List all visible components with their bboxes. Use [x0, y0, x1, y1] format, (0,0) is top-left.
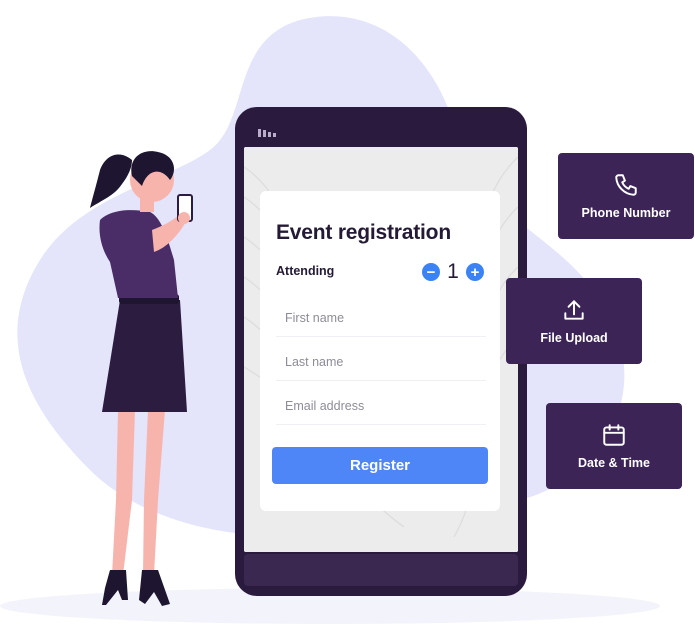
- phone-mockup: Event registration Attending − 1 + First…: [235, 107, 527, 596]
- phone-screen: Event registration Attending − 1 + First…: [244, 147, 518, 552]
- phone-icon: [615, 174, 637, 196]
- back-shoe: [102, 570, 128, 605]
- register-button[interactable]: Register: [272, 447, 488, 484]
- ponytail: [90, 154, 132, 208]
- attending-label: Attending: [276, 264, 335, 278]
- attendee-stepper: − 1 +: [422, 260, 484, 284]
- phone-notch: [319, 107, 439, 129]
- hand: [178, 212, 190, 224]
- feature-phone-number: Phone Number: [558, 153, 694, 239]
- feature-date-time: Date & Time: [546, 403, 682, 489]
- feature-label: Date & Time: [577, 456, 650, 470]
- upload-icon: [564, 300, 584, 320]
- skirt: [102, 300, 187, 412]
- feature-label: File Upload: [540, 331, 608, 345]
- last-name-input[interactable]: Last name: [276, 343, 486, 381]
- front-leg: [143, 410, 165, 575]
- back-leg: [112, 410, 135, 575]
- feature-file-upload: File Upload: [506, 278, 642, 364]
- phone-bottom-bar: [244, 554, 518, 586]
- increment-button[interactable]: +: [466, 263, 484, 281]
- illustration: Event registration Attending − 1 + First…: [0, 0, 695, 630]
- attending-count: 1: [447, 260, 459, 283]
- top: [99, 210, 178, 298]
- front-shoe: [139, 570, 170, 606]
- calendar-icon: [603, 424, 625, 446]
- feature-label: Phone Number: [581, 206, 671, 220]
- form-title: Event registration: [276, 221, 451, 244]
- first-name-input[interactable]: First name: [276, 299, 486, 337]
- email-input[interactable]: Email address: [276, 387, 486, 425]
- registration-form-card: Event registration Attending − 1 + First…: [260, 191, 500, 511]
- signal-icon: [258, 129, 276, 137]
- decrement-button[interactable]: −: [422, 263, 440, 281]
